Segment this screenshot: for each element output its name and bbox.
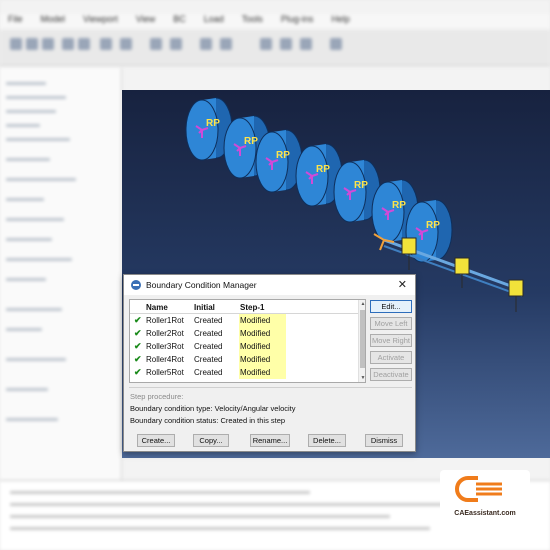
reference-point-label: RP [426,220,440,231]
table-scrollbar[interactable]: ▲ ▼ [358,300,365,382]
check-icon: ✔ [134,341,142,351]
roller-drum: RP [255,129,303,193]
bc-step-status[interactable]: Modified [239,340,286,353]
scroll-down-icon[interactable]: ▼ [360,375,365,381]
dismiss-button[interactable]: Dismiss [365,434,403,447]
deactivate-button[interactable]: Deactivate [370,368,412,381]
bc-initial-status: Created [194,329,223,338]
create-button[interactable]: Create... [137,434,175,447]
abaqus-app-icon [131,280,141,290]
bc-name: Roller4Rot [146,355,184,364]
scroll-up-icon[interactable]: ▲ [360,301,365,307]
bc-initial-status: Created [194,342,223,351]
bc-step-status[interactable]: Modified [239,314,286,327]
bc-initial-status: Created [194,368,223,377]
reference-point-label: RP [392,200,406,211]
move-right-button[interactable]: Move Right [370,334,412,347]
bc-type-text: Boundary condition type: Velocity/Angula… [130,404,296,413]
reference-point-label: RP [354,180,368,191]
bc-step-status[interactable]: Modified [239,327,286,340]
column-header-name: Name [146,303,168,312]
check-icon: ✔ [134,354,142,364]
reference-point-label: RP [316,164,330,175]
model-tree [0,68,122,480]
logo-mark-icon [455,476,502,502]
bc-name: Roller1Rot [146,316,184,325]
bc-status-text: Boundary condition status: Created in th… [130,416,286,425]
table-row[interactable]: ✔ Roller2Rot Created Modified [130,327,358,340]
rename-button[interactable]: Rename... [250,434,290,447]
check-icon: ✔ [134,328,142,338]
bc-step-status[interactable]: Modified [239,366,286,379]
bc-name: Roller2Rot [146,329,184,338]
move-left-button[interactable]: Move Left [370,317,412,330]
copy-button[interactable]: Copy... [193,434,229,447]
close-icon[interactable]: ✕ [398,278,407,291]
check-icon: ✔ [134,367,142,377]
column-header-initial: Initial [194,303,215,312]
table-row[interactable]: ✔ Roller4Rot Created Modified [130,353,358,366]
toolbar [0,30,550,66]
bc-name: Roller3Rot [146,342,184,351]
column-header-step: Step-1 [240,303,265,312]
table-row[interactable]: ✔ Roller3Rot Created Modified [130,340,358,353]
bc-name: Roller5Rot [146,368,184,377]
boundary-condition-manager-dialog: Boundary Condition Manager ✕ Name Initia… [123,274,416,452]
edit-button[interactable]: Edit... [370,300,412,313]
reference-point-label: RP [206,118,220,129]
delete-button[interactable]: Delete... [308,434,346,447]
reference-point-label: RP [244,136,258,147]
bc-initial-status: Created [194,355,223,364]
table-row[interactable]: ✔ Roller1Rot Created Modified [130,314,358,327]
table-row[interactable]: ✔ Roller5Rot Created Modified [130,366,358,379]
step-procedure-label: Step procedure: [130,392,184,401]
bc-table[interactable]: Name Initial Step-1 ✔ Roller1Rot Created… [129,299,366,383]
activate-button[interactable]: Activate [370,351,412,364]
menu-bar: File Model Viewport View BC Load Tools Plug-ins… [0,14,550,28]
table-header: Name Initial Step-1 [130,300,358,314]
divider [129,387,412,388]
reference-point-label: RP [276,150,290,161]
scrollbar-thumb[interactable] [360,310,365,368]
caeassistant-logo: CAEassistant.com [440,470,530,524]
check-icon: ✔ [134,315,142,325]
logo-text: CAEassistant.com [454,510,516,517]
bc-initial-status: Created [194,316,223,325]
dialog-title-bar: Boundary Condition Manager ✕ [124,275,415,295]
dialog-title: Boundary Condition Manager [146,280,257,290]
bc-step-status[interactable]: Modified [239,353,286,366]
